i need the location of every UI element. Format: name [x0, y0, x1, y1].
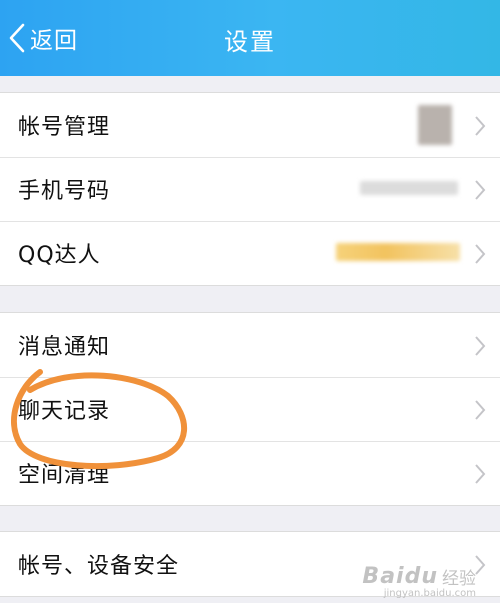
row-storage-cleanup[interactable]: 空间清理	[0, 441, 500, 505]
chevron-right-icon	[475, 336, 486, 356]
account-group: 帐号管理 手机号码 QQ达人	[0, 92, 500, 286]
chevron-right-icon	[475, 464, 486, 484]
row-phone-number[interactable]: 手机号码	[0, 157, 500, 221]
row-label: 聊天记录	[18, 399, 111, 424]
watermark-text: 经验	[442, 569, 476, 589]
blurred-expert-badges	[336, 243, 460, 261]
row-label: QQ达人	[18, 243, 101, 268]
data-group: 消息通知 聊天记录 空间清理	[0, 312, 500, 506]
row-label: 手机号码	[18, 179, 111, 204]
chevron-right-icon	[475, 116, 486, 136]
row-notifications[interactable]: 消息通知	[0, 313, 500, 377]
row-label: 空间清理	[18, 463, 111, 488]
chevron-right-icon	[475, 244, 486, 264]
nav-bar: 返回 设置	[0, 0, 500, 76]
row-chat-history[interactable]: 聊天记录	[0, 377, 500, 441]
watermark-logo: Baidu	[362, 564, 438, 589]
row-qq-expert[interactable]: QQ达人	[0, 221, 500, 285]
chevron-right-icon	[475, 400, 486, 420]
row-label: 帐号管理	[18, 115, 111, 140]
watermark-url: jingyan.baidu.com	[383, 588, 476, 599]
blurred-phone-value	[360, 181, 458, 195]
page-title: 设置	[224, 28, 276, 56]
row-label: 帐号、设备安全	[18, 554, 180, 579]
chevron-right-icon	[475, 180, 486, 200]
row-label: 消息通知	[18, 335, 111, 360]
row-account-management[interactable]: 帐号管理	[0, 93, 500, 157]
blurred-avatar	[418, 105, 452, 145]
baidu-jingyan-watermark: Baidu 经验 jingyan.baidu.com	[362, 564, 476, 599]
